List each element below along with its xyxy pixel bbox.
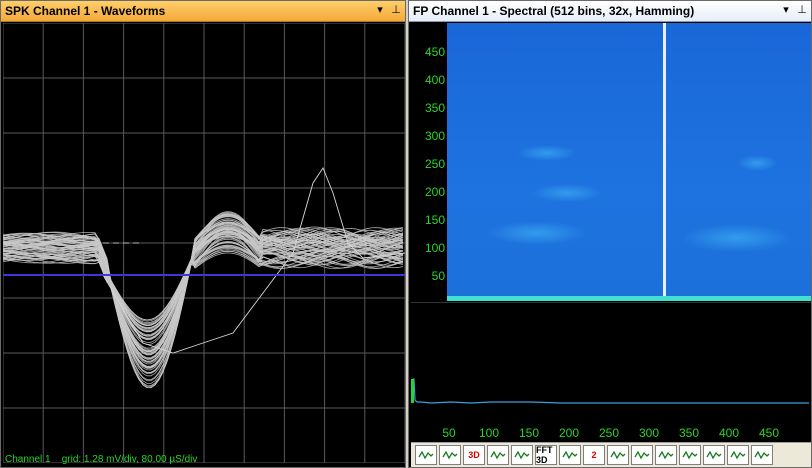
pin-icon[interactable]: ⊥: [391, 3, 401, 16]
spectrum-x-tick: 100: [478, 426, 500, 440]
spectral-panel: FP Channel 1 - Spectral (512 bins, 32x, …: [408, 0, 812, 468]
bar-graph-icon[interactable]: [727, 445, 749, 465]
color-map-icon[interactable]: [439, 445, 461, 465]
spectrogram-y-tick: 350: [424, 101, 445, 115]
waveform-title: SPK Channel 1 - Waveforms: [5, 4, 166, 18]
spectrogram-y-tick: 200: [424, 185, 445, 199]
spectrogram-area[interactable]: 450 400 350 300 250 200 150 100 50: [411, 23, 811, 301]
spectrum-plot[interactable]: [411, 302, 811, 425]
spectrum-x-axis: 50 100 150 200 250 300 350 400 450: [411, 424, 811, 442]
spectrogram-y-tick: 300: [424, 129, 445, 143]
wave-peak-icon[interactable]: [655, 445, 677, 465]
waveform-panel: SPK Channel 1 - Waveforms ▾ ⊥ Channel 1 …: [0, 0, 406, 468]
view-toolbar: 3D FFT 3D 2: [411, 442, 811, 467]
spectrogram-y-tick: 150: [424, 213, 445, 227]
spectrogram-y-tick: 50: [431, 269, 445, 283]
pin-icon[interactable]: ⊥: [797, 3, 807, 16]
wave-filter-icon[interactable]: [607, 445, 629, 465]
grid-view-icon[interactable]: [559, 445, 581, 465]
wave-compare-icon[interactable]: [631, 445, 653, 465]
spectrogram-y-tick: 100: [424, 241, 445, 255]
3d-view-icon[interactable]: 3D: [463, 445, 485, 465]
spectrum-x-tick: 50: [442, 426, 456, 440]
spectrum-x-tick: 300: [638, 426, 660, 440]
spectrum-x-tick: 250: [598, 426, 620, 440]
spectrogram-y-tick: 250: [424, 157, 445, 171]
waveform-titlebar[interactable]: SPK Channel 1 - Waveforms ▾ ⊥: [1, 1, 405, 22]
spectrum-stack-icon[interactable]: [511, 445, 533, 465]
spectrum-x-tick: 200: [558, 426, 580, 440]
spectrogram-y-tick: 450: [424, 45, 445, 59]
wave-band-icon[interactable]: [703, 445, 725, 465]
spectrum-x-tick: 150: [518, 426, 540, 440]
spectral-title: FP Channel 1 - Spectral (512 bins, 32x, …: [413, 4, 695, 18]
waveform-plot[interactable]: [3, 23, 405, 463]
spectrum-overlay-icon[interactable]: [487, 445, 509, 465]
waveform-status: Channel 1 grid: 1.28 mV/div, 80.00 µS/di…: [5, 454, 198, 465]
spectral-titlebar[interactable]: FP Channel 1 - Spectral (512 bins, 32x, …: [409, 1, 811, 22]
spectrogram-y-tick: 400: [424, 73, 445, 87]
dropdown-icon[interactable]: ▾: [375, 3, 385, 16]
dropdown-icon[interactable]: ▾: [781, 3, 791, 16]
fft-3d-icon[interactable]: FFT 3D: [535, 445, 557, 465]
wave-average-icon[interactable]: [679, 445, 701, 465]
wave-settings-icon[interactable]: [751, 445, 773, 465]
spectrum-x-tick: 350: [678, 426, 700, 440]
two-channel-icon[interactable]: 2: [583, 445, 605, 465]
spectrum-x-tick: 450: [758, 426, 780, 440]
waveform-view-icon[interactable]: [415, 445, 437, 465]
spectrogram-image[interactable]: [447, 23, 811, 301]
spectrum-x-tick: 400: [718, 426, 740, 440]
